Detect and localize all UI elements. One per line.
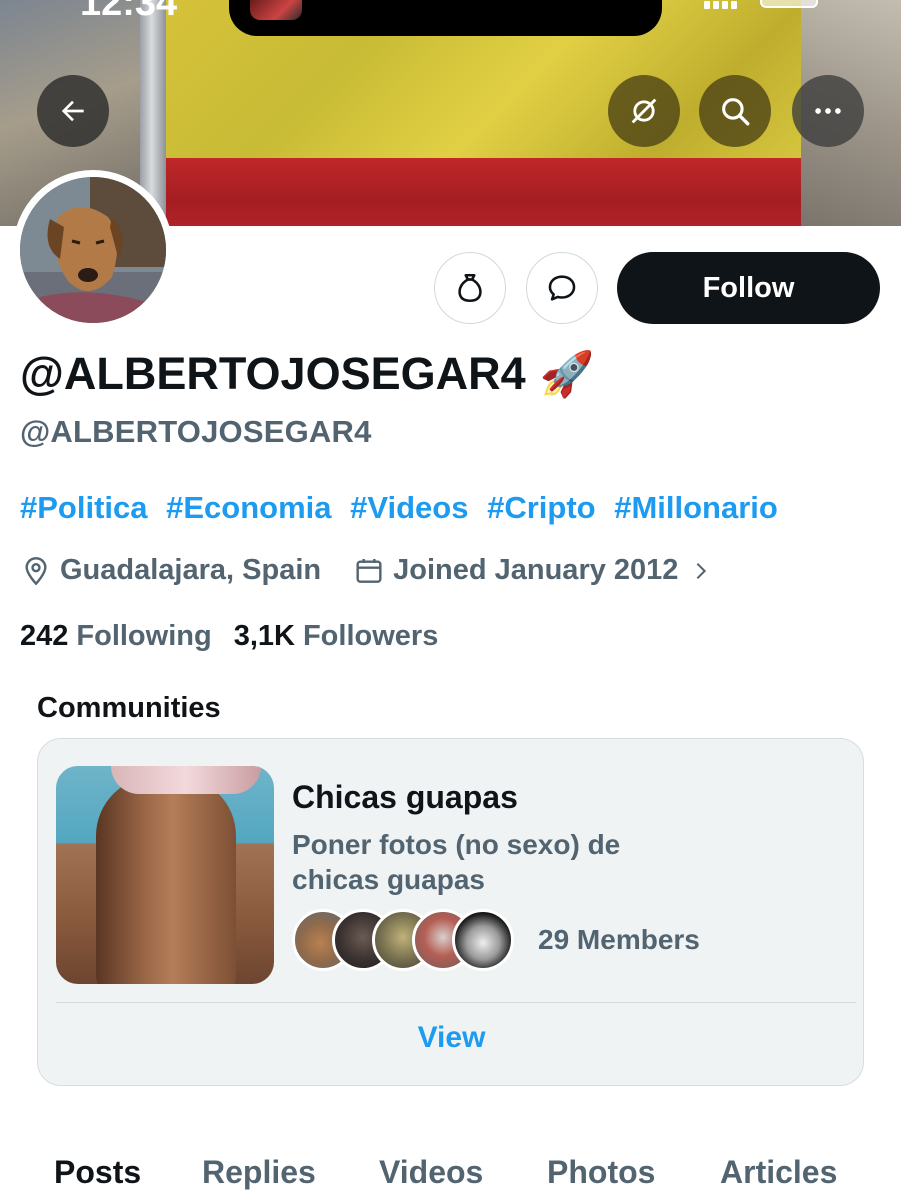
joined-item[interactable]: Joined January 2012 [353,554,720,587]
display-name-text: @ALBERTOJOSEGAR4 [20,348,526,399]
community-name: Chicas guapas [292,779,518,815]
signal-icon [704,0,744,9]
view-community-button[interactable]: View [38,1021,865,1055]
location-item: Guadalajara, Spain [20,554,321,587]
arrow-left-icon [61,100,84,122]
chat-bubble-icon [548,275,576,301]
profile-meta: Guadalajara, Spain Joined January 2012 [20,554,720,587]
followers-count: 3,1K [233,620,295,652]
joined-text: Joined January 2012 [393,554,679,586]
community-cover-image [56,766,274,984]
search-button[interactable] [699,75,771,147]
follow-button[interactable]: Follow [617,252,880,324]
chevron-right-icon [697,562,707,579]
calendar-icon [356,558,382,583]
followers-link[interactable]: 3,1K Followers [234,620,439,653]
profile-avatar[interactable] [13,170,173,330]
tip-button[interactable] [434,252,506,324]
now-playing-thumbnail [250,0,302,20]
tab-replies[interactable]: Replies [202,1154,316,1191]
hashtag-link[interactable]: #Politica [20,490,148,525]
following-link[interactable]: 242 Following [20,620,212,653]
community-members: 29 Members [292,907,700,973]
community-card[interactable]: Chicas guapas Poner fotos (no sexo) de c… [37,738,864,1086]
location-text: Guadalajara, Spain [60,554,322,586]
banner-flag-red-stripe [166,158,806,226]
more-horizontal-icon [815,108,841,114]
tab-videos[interactable]: Videos [379,1154,483,1191]
member-avatar [452,909,514,971]
more-button[interactable] [792,75,864,147]
eye-slash-icon [631,98,657,124]
following-label: Following [76,620,212,652]
battery-icon [760,0,818,8]
members-count: 29 Members [538,924,700,955]
card-divider [56,1002,856,1003]
status-time: 12:34 [80,0,178,24]
rocket-emoji: 🚀 [539,350,595,399]
hashtag-link[interactable]: #Cripto [487,490,596,525]
tab-photos[interactable]: Photos [547,1154,655,1191]
profile-tabs: Posts Replies Videos Photos Articles [0,1150,901,1200]
following-count: 242 [20,620,69,652]
follow-stats: 242 Following 3,1K Followers [20,620,460,653]
avatar-image [20,177,166,323]
message-button[interactable] [526,252,598,324]
back-button[interactable] [37,75,109,147]
profile-bio: #Politica #Economia #Videos #Cripto #Mil… [20,490,788,526]
profile-handle: @ALBERTOJOSEGAR4 [20,414,372,449]
hashtag-link[interactable]: #Videos [350,490,468,525]
tab-posts[interactable]: Posts [54,1154,141,1191]
display-name: @ALBERTOJOSEGAR4 🚀 [20,348,594,400]
tab-articles[interactable]: Articles [720,1154,837,1191]
search-icon [722,98,750,126]
hashtag-link[interactable]: #Economia [166,490,331,525]
hashtag-link[interactable]: #Millonario [614,490,778,525]
money-bag-icon [458,273,482,303]
location-pin-icon [25,556,47,585]
communities-heading: Communities [37,692,221,724]
hide-replies-button[interactable] [608,75,680,147]
followers-label: Followers [302,620,439,652]
cover-garment [111,766,261,794]
community-description: Poner fotos (no sexo) de chicas guapas [292,829,621,895]
cover-figure [96,776,236,984]
dog-photo-illustration [20,177,166,323]
